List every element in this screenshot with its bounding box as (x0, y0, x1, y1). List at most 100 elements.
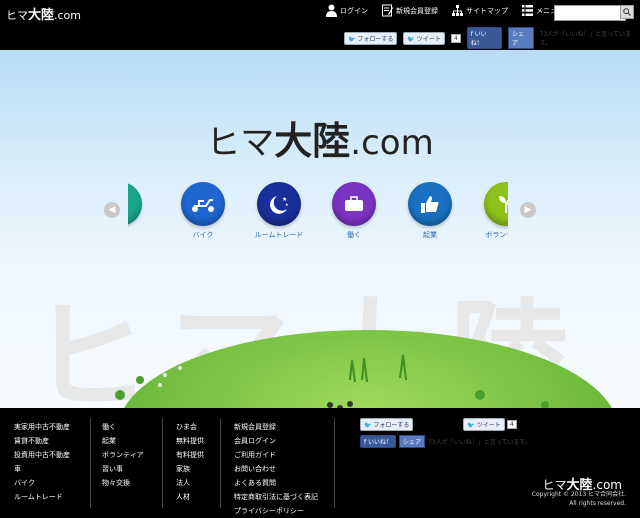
svg-text:★: ★ (285, 202, 289, 207)
search-icon (623, 8, 631, 16)
rights-line: All rights reserved. (569, 500, 626, 507)
footer-link[interactable]: ルームトレード (14, 490, 70, 504)
nav-register[interactable]: 新規会員登録 (382, 4, 438, 17)
footer-column-1: 実家用中古不動産 賃貸不動産 投資用中古不動産 車 バイク ルームトレード (14, 420, 70, 504)
search-input[interactable] (554, 5, 626, 21)
hero-section: ヒマ大陸 ヒマ大陸.com ◀ ▶ 車 バイク ★★ ルームトレード 働く (0, 50, 640, 408)
hero-title-bold: 大陸 (274, 119, 351, 163)
search-button[interactable] (620, 5, 634, 19)
footer-link[interactable]: よくある質問 (234, 476, 318, 490)
category-label: 働く (347, 231, 361, 239)
briefcase-icon (332, 182, 376, 226)
footer-link[interactable]: 家族 (176, 462, 204, 476)
category-label: ボランティア (485, 231, 508, 239)
logo-text-bold: 大陸 (28, 8, 55, 23)
tweet-label: ツイート (476, 422, 501, 429)
moon-stars-icon: ★ ★ (257, 182, 301, 226)
car-category-icon (128, 182, 142, 226)
hero-title-post: .com (350, 123, 434, 163)
copyright: Copyright © 2013 ヒマ合同会社. All rights rese… (532, 490, 626, 508)
footer-facebook-share-button[interactable]: シェア (399, 435, 426, 448)
site-logo[interactable]: ヒマ大陸.com (6, 4, 81, 23)
carousel-next-button[interactable]: ▶ (520, 202, 536, 218)
footer-divider (162, 418, 163, 508)
footer-link[interactable]: 投資用中古不動産 (14, 448, 70, 462)
sprout-icon (484, 182, 508, 226)
menu-list-icon (522, 5, 533, 16)
footer-divider (220, 418, 221, 508)
footer-link[interactable]: ボランティア (102, 448, 144, 462)
footer-link[interactable]: 人材 (176, 490, 204, 504)
hero-title-pre: ヒマ (206, 123, 275, 163)
chevron-left-icon: ◀ (108, 205, 116, 215)
tweet-count: 4 (450, 33, 461, 43)
footer-link[interactable]: お問い合わせ (234, 462, 318, 476)
footer-column-4: 新規会員登録 会員ログイン ご利用ガイド お問い合わせ よくある質問 特定商取引… (234, 420, 318, 518)
footer-link[interactable]: 会員ログイン (234, 434, 318, 448)
hero-title: ヒマ大陸.com (0, 110, 640, 165)
nav-sitemap[interactable]: サイトマップ (452, 4, 508, 17)
nav-register-label: 新規会員登録 (396, 6, 438, 15)
footer-like-count-note: 73人が「いいね！」と言っています。 (428, 439, 531, 446)
scooter-icon (181, 182, 225, 226)
logo-text-pre: ヒマ (6, 9, 28, 22)
like-count-note: 73人が「いいね！」と言っています。 (539, 31, 631, 47)
footer-link[interactable]: 物々交換 (102, 476, 144, 490)
category-item-room-trade[interactable]: ★ ★ ルームトレード (249, 182, 309, 240)
footer-link[interactable]: バイク (14, 476, 70, 490)
footer-link[interactable]: ご利用ガイド (234, 448, 318, 462)
category-label: バイク (192, 231, 214, 239)
footer-link[interactable]: 働く (102, 420, 144, 434)
logo-text-post: .com (54, 9, 82, 22)
category-item-volunteer[interactable]: ボランティア (476, 182, 508, 240)
category-item-work[interactable]: 働く (324, 182, 384, 240)
nav-login-label: ログイン (340, 6, 368, 15)
share-bar: 🐦 フォローする 🐦 ツイート 4 f いいね！ シェア 73人が「いいね！」と… (344, 27, 640, 49)
footer-link[interactable]: 車 (14, 462, 70, 476)
footer-link[interactable]: プライバシーポリシー (234, 504, 318, 518)
footer-share-bar: 🐦 フォローする 🐦 ツイート 4 f いいね！ シェア 73人が「いいね！」と… (360, 418, 531, 448)
footer-tweet-button[interactable]: 🐦 ツイート (463, 418, 505, 431)
edit-form-icon (382, 4, 393, 17)
twitter-follow-button[interactable]: 🐦 フォローする (344, 31, 398, 45)
footer-link[interactable]: 無料提供 (176, 434, 204, 448)
category-item-bike[interactable]: バイク (173, 182, 233, 240)
facebook-like-button[interactable]: f いいね！ (466, 27, 503, 49)
carousel-prev-button[interactable]: ◀ (104, 202, 120, 218)
twitter-follow-label: フォローする (373, 422, 410, 429)
tweet-button[interactable]: 🐦 ツイート (403, 31, 445, 45)
facebook-like-label: いいね！ (470, 31, 487, 47)
twitter-follow-label: フォローする (357, 35, 394, 43)
footer-divider (90, 418, 91, 508)
facebook-share-button[interactable]: シェア (508, 27, 534, 49)
footer-facebook-like-button[interactable]: f いいね！ (360, 435, 397, 448)
footer-link[interactable]: 賃貸不動産 (14, 434, 70, 448)
footer-twitter-follow-button[interactable]: 🐦 フォローする (360, 418, 414, 431)
header-nav: ログイン 新規会員登録 サイトマップ メニュー (326, 4, 564, 17)
footer-tweet-count: 4 (506, 420, 517, 429)
footer-column-3: ひま会 無料提供 有料提供 家族 法人 人材 (176, 420, 204, 504)
sitemap-icon (452, 5, 463, 16)
chevron-right-icon: ▶ (524, 205, 532, 215)
footer-link[interactable]: ひま会 (176, 420, 204, 434)
footer-link[interactable]: 有料提供 (176, 448, 204, 462)
category-carousel: 車 バイク ★★ ルームトレード 働く 起業 (128, 182, 508, 252)
site-header: ヒマ大陸.com ログイン 新規会員登録 サイトマップ メニュー 🐦 フォローす… (0, 0, 640, 50)
category-item-car[interactable]: 車 (128, 182, 150, 240)
footer-link[interactable]: 特定商取引法に基づく表記 (234, 490, 318, 504)
user-icon (326, 4, 337, 17)
category-item-startup[interactable]: 起業 (400, 182, 460, 240)
footer-divider (334, 418, 335, 508)
footer-link[interactable]: 実家用中古不動産 (14, 420, 70, 434)
tweet-label: ツイート (416, 35, 441, 43)
footer-link[interactable]: 習い事 (102, 462, 144, 476)
footer-column-2: 働く 起業 ボランティア 習い事 物々交換 (102, 420, 144, 490)
category-label: 車 (128, 230, 150, 240)
thumbs-up-icon (408, 182, 452, 226)
flowers-decoration (115, 354, 549, 408)
footer-link[interactable]: 法人 (176, 476, 204, 490)
footer-link[interactable]: 起業 (102, 434, 144, 448)
footer-link[interactable]: 新規会員登録 (234, 420, 318, 434)
category-label: ルームトレード (254, 231, 304, 239)
nav-login[interactable]: ログイン (326, 4, 368, 17)
